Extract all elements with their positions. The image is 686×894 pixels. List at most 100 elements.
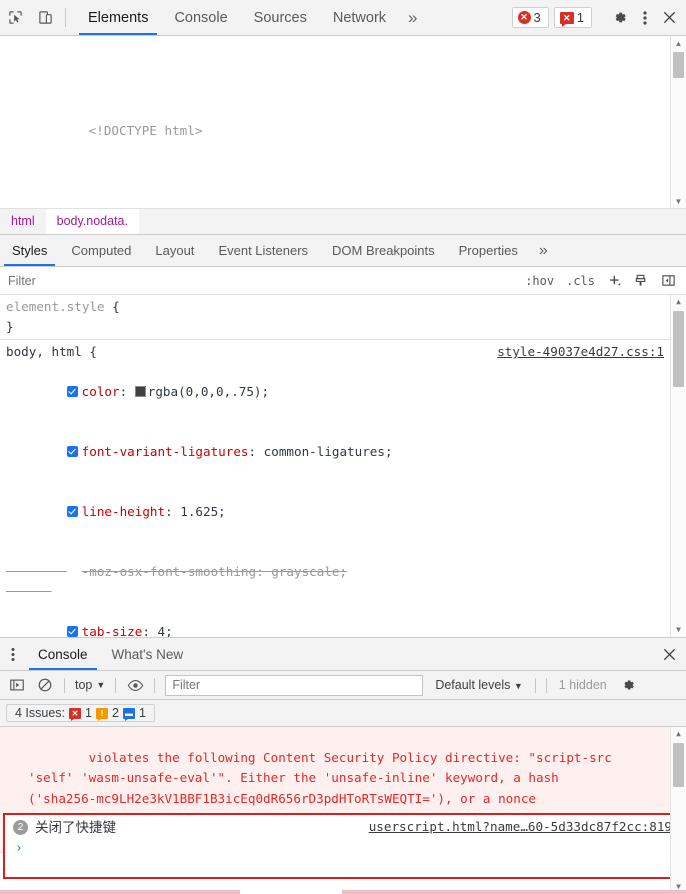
kebab-menu-icon[interactable]: [634, 10, 656, 26]
styles-rules-pane[interactable]: element.style { } body, html { style-490…: [0, 295, 686, 637]
rule-selector-row[interactable]: element.style {: [0, 297, 686, 317]
styles-scroll-thumb[interactable]: [673, 311, 684, 387]
issues-chip[interactable]: 4 Issues: ✕ 1 ! 2 ▬ 1: [6, 704, 155, 722]
prop-value-4[interactable]: grayscale: [271, 564, 339, 579]
console-hidden-count-label[interactable]: 1 hidden: [553, 678, 613, 692]
console-scrollbar[interactable]: ▲ ▼: [670, 727, 686, 894]
tab-event-listeners[interactable]: Event Listeners: [206, 235, 320, 266]
styles-more-tabs-button[interactable]: »: [530, 235, 557, 266]
prop-name-4[interactable]: -moz-osx-font-smoothing: [82, 564, 256, 579]
panel-tabs: Elements Console Sources Network »: [75, 0, 427, 35]
issue-info-icon: ▬: [122, 707, 135, 721]
styles-scroll-up-arrow-icon[interactable]: ▲: [671, 295, 686, 309]
error-count-badge[interactable]: ✕ 3: [511, 7, 549, 28]
tab-layout-label: Layout: [155, 243, 195, 258]
declaration-moz-osx-font-smoothing[interactable]: -moz-osx-font-smoothing: grayscale;: [0, 542, 686, 602]
rule-selector-2[interactable]: body, html: [6, 344, 82, 359]
tab-elements[interactable]: Elements: [75, 0, 161, 35]
console-context-selector[interactable]: top ▼: [71, 678, 109, 692]
tab-computed[interactable]: Computed: [59, 235, 143, 266]
tab-styles[interactable]: Styles: [0, 235, 59, 266]
issue-count-badge[interactable]: ✕ 1: [553, 7, 592, 28]
dom-line-doctype[interactable]: <!DOCTYPE html>: [0, 101, 686, 161]
clear-console-icon[interactable]: [32, 674, 58, 696]
prop-name-5[interactable]: tab-size: [82, 624, 143, 637]
rule-selector[interactable]: element.style: [6, 299, 105, 314]
tab-console[interactable]: Console: [161, 0, 240, 35]
gear-icon[interactable]: [604, 9, 634, 26]
color-swatch[interactable]: [134, 386, 146, 397]
plus-new-style-rule-icon[interactable]: [601, 273, 628, 288]
dom-tree-scrollbar[interactable]: ▲ ▼: [670, 36, 686, 208]
tab-network[interactable]: Network: [320, 0, 399, 35]
rule-source-link[interactable]: style-49037e4d27.css:1: [497, 342, 664, 362]
prop-value-2[interactable]: common-ligatures: [264, 444, 385, 459]
console-message-source-link[interactable]: userscript.html?name…60-5d33dc87f2cc:819: [369, 817, 672, 838]
declaration-color[interactable]: color: rgba(0,0,0,.75);: [0, 362, 686, 422]
elements-dom-tree-pane[interactable]: <!DOCTYPE html> <html lang="zh-CN"> ▸ <h…: [0, 36, 686, 209]
tab-sources[interactable]: Sources: [241, 0, 320, 35]
scroll-down-arrow-icon[interactable]: ▼: [671, 194, 686, 208]
prop-name-3[interactable]: line-height: [82, 504, 165, 519]
prop-value[interactable]: rgba(0,0,0,.75): [148, 384, 262, 399]
drawer-tab-whats-new-label: What's New: [111, 646, 184, 662]
declaration-font-variant-ligatures[interactable]: font-variant-ligatures: common-ligatures…: [0, 422, 686, 482]
drawer-close-icon[interactable]: [652, 638, 686, 670]
console-toolbar-divider-4: [534, 677, 536, 693]
declaration-checkbox-3[interactable]: [66, 506, 78, 517]
console-sidebar-icon[interactable]: [4, 674, 30, 696]
console-log-levels-label: Default levels: [435, 678, 511, 692]
styles-pane-scrollbar[interactable]: ▲ ▼: [670, 295, 686, 637]
styles-filter-input[interactable]: [6, 272, 520, 289]
more-tabs-button[interactable]: »: [399, 0, 426, 35]
console-focused-region[interactable]: 2 关闭了快捷键 userscript.html?name…60-5d33dc8…: [3, 813, 682, 879]
declaration-checkbox-5[interactable]: [66, 626, 78, 637]
live-expression-icon[interactable]: [122, 674, 148, 696]
tab-layout[interactable]: Layout: [143, 235, 206, 266]
console-prompt-row[interactable]: ›: [5, 838, 680, 860]
drawer-tab-whats-new[interactable]: What's New: [100, 638, 196, 670]
breadcrumb-item-html[interactable]: html: [0, 209, 46, 234]
console-settings-gear-icon[interactable]: [615, 674, 641, 696]
breadcrumb-item-body[interactable]: body.nodata.: [45, 209, 139, 234]
tab-dom-breakpoints[interactable]: DOM Breakpoints: [320, 235, 447, 266]
print-media-icon[interactable]: [628, 273, 655, 288]
console-message-list[interactable]: violates the following Content Security …: [0, 727, 686, 894]
declaration-line-height[interactable]: line-height: 1.625;: [0, 482, 686, 542]
rule-close-brace: }: [6, 319, 14, 334]
status-strip-seg-3: [342, 890, 686, 894]
issue-warning-count: 2: [111, 706, 119, 720]
declaration-checkbox[interactable]: [66, 386, 78, 397]
declaration-tab-size[interactable]: tab-size: 4;: [0, 602, 686, 637]
toggle-sidebar-icon[interactable]: [655, 273, 686, 288]
prop-name[interactable]: color: [82, 384, 120, 399]
cls-button[interactable]: .cls: [560, 274, 601, 288]
doctype-text: <!DOCTYPE html>: [88, 123, 203, 138]
bottom-status-strip: [0, 890, 686, 894]
style-rule-element-style[interactable]: element.style { }: [0, 295, 686, 340]
console-scroll-thumb[interactable]: [673, 743, 684, 787]
scroll-thumb[interactable]: [673, 52, 684, 78]
tab-properties[interactable]: Properties: [447, 235, 530, 266]
style-rule-body-html[interactable]: body, html { style-49037e4d27.css:1 colo…: [0, 340, 686, 637]
issue-error-count: 1: [85, 706, 92, 720]
styles-filter-bar: :hov .cls: [0, 267, 686, 295]
scroll-up-arrow-icon[interactable]: ▲: [671, 36, 686, 50]
prop-value-3[interactable]: 1.625: [180, 504, 218, 519]
declaration-checkbox-2[interactable]: [66, 446, 78, 457]
inspect-cursor-icon[interactable]: [0, 0, 30, 35]
styles-scroll-down-arrow-icon[interactable]: ▼: [671, 623, 686, 637]
drawer-kebab-menu-icon[interactable]: [0, 638, 26, 670]
console-filter-input[interactable]: Filter: [165, 674, 424, 696]
close-icon[interactable]: [656, 10, 682, 25]
hov-button[interactable]: :hov: [519, 274, 560, 288]
console-scroll-up-arrow-icon[interactable]: ▲: [671, 727, 686, 741]
rule-selector-row-2[interactable]: body, html { style-49037e4d27.css:1: [0, 342, 686, 362]
console-log-levels-selector[interactable]: Default levels ▼: [429, 678, 528, 692]
tab-styles-label: Styles: [12, 243, 48, 258]
prop-value-5[interactable]: 4: [158, 624, 166, 637]
prop-name-2[interactable]: font-variant-ligatures: [82, 444, 249, 459]
device-toggle-icon[interactable]: [30, 0, 60, 35]
console-info-message[interactable]: 2 关闭了快捷键 userscript.html?name…60-5d33dc8…: [5, 815, 680, 838]
drawer-tab-console[interactable]: Console: [26, 638, 100, 670]
